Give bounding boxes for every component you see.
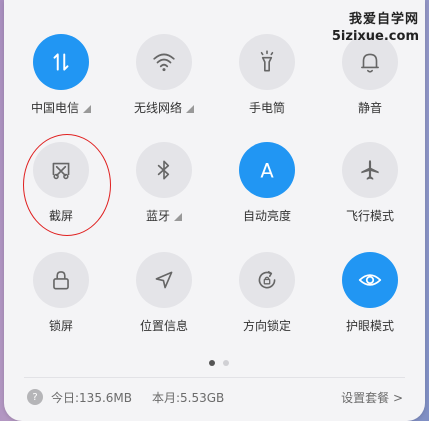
set-plan-link[interactable]: 设置套餐 > [341, 389, 403, 406]
bluetooth-icon [157, 160, 170, 180]
tile-mobile-data[interactable]: 中国电信 [16, 34, 106, 116]
tile-eye-comfort[interactable]: 护眼模式 [325, 252, 415, 334]
tile-circle [136, 142, 192, 198]
auto-brightness-icon: A [260, 160, 274, 183]
tile-circle [239, 34, 295, 90]
tile-circle [33, 34, 89, 90]
watermark-title: 我爱自学网 [348, 12, 419, 27]
tile-flashlight[interactable]: 手电筒 [222, 34, 312, 116]
mobile-data-icon [53, 53, 69, 71]
expand-arrow-icon[interactable] [174, 213, 182, 221]
tile-label: 锁屏 [48, 319, 73, 333]
expand-arrow-icon[interactable] [83, 105, 91, 113]
tile-label: 自动亮度 [242, 209, 291, 223]
tile-airplane[interactable]: 飞行模式 [325, 142, 415, 224]
tile-circle [136, 34, 192, 90]
divider [24, 377, 405, 378]
help-icon[interactable]: ? [27, 389, 43, 405]
eye-icon [358, 274, 382, 286]
tile-label: 位置信息 [139, 319, 188, 333]
tile-location[interactable]: 位置信息 [119, 252, 209, 334]
month-usage: 本月:5.53GB [151, 390, 225, 405]
wifi-icon [153, 53, 175, 72]
tile-wifi[interactable]: 无线网络 [119, 34, 209, 116]
location-icon [155, 271, 173, 289]
watermark-url: 5izixue.com [331, 29, 419, 44]
page-indicator [4, 360, 429, 366]
tile-label: 静音 [357, 101, 382, 115]
rotation-lock-icon [258, 271, 276, 289]
lock-icon [53, 271, 69, 290]
annotation-circle [23, 134, 111, 236]
watermark: 我爱自学网 5izixue.com [332, 8, 419, 44]
tile-circle [239, 252, 295, 308]
tile-label: 飞行模式 [345, 209, 394, 223]
tile-bluetooth[interactable]: 蓝牙 [119, 142, 209, 224]
tile-lock-screen[interactable]: 锁屏 [16, 252, 106, 334]
tile-silent[interactable]: 静音 [325, 34, 415, 116]
airplane-icon [361, 160, 379, 180]
tile-circle: A [239, 142, 295, 198]
bell-icon [361, 53, 379, 73]
tile-label: 中国电信 [30, 101, 79, 115]
today-usage: 今日:135.6MB [51, 390, 132, 405]
svg-text:A: A [260, 160, 274, 183]
page-dot[interactable] [222, 360, 229, 366]
data-usage-footer: ? 今日:135.6MB 本月:5.53GB 设置套餐 > [24, 386, 405, 408]
flashlight-icon [260, 50, 274, 72]
tile-circle [136, 252, 192, 308]
tile-circle [342, 142, 398, 198]
expand-arrow-icon[interactable] [186, 105, 194, 113]
tile-rotation-lock[interactable]: 方向锁定 [222, 252, 312, 334]
tile-circle [342, 252, 398, 308]
tile-label: 手电筒 [248, 101, 285, 115]
tile-label: 蓝牙 [145, 209, 170, 223]
page-dot-active[interactable] [208, 360, 215, 366]
tile-label: 护眼模式 [345, 319, 394, 333]
tile-label: 无线网络 [133, 101, 182, 115]
tile-circle [33, 252, 89, 308]
tile-auto-brightness[interactable]: A 自动亮度 [222, 142, 312, 224]
tile-label: 方向锁定 [242, 319, 291, 333]
